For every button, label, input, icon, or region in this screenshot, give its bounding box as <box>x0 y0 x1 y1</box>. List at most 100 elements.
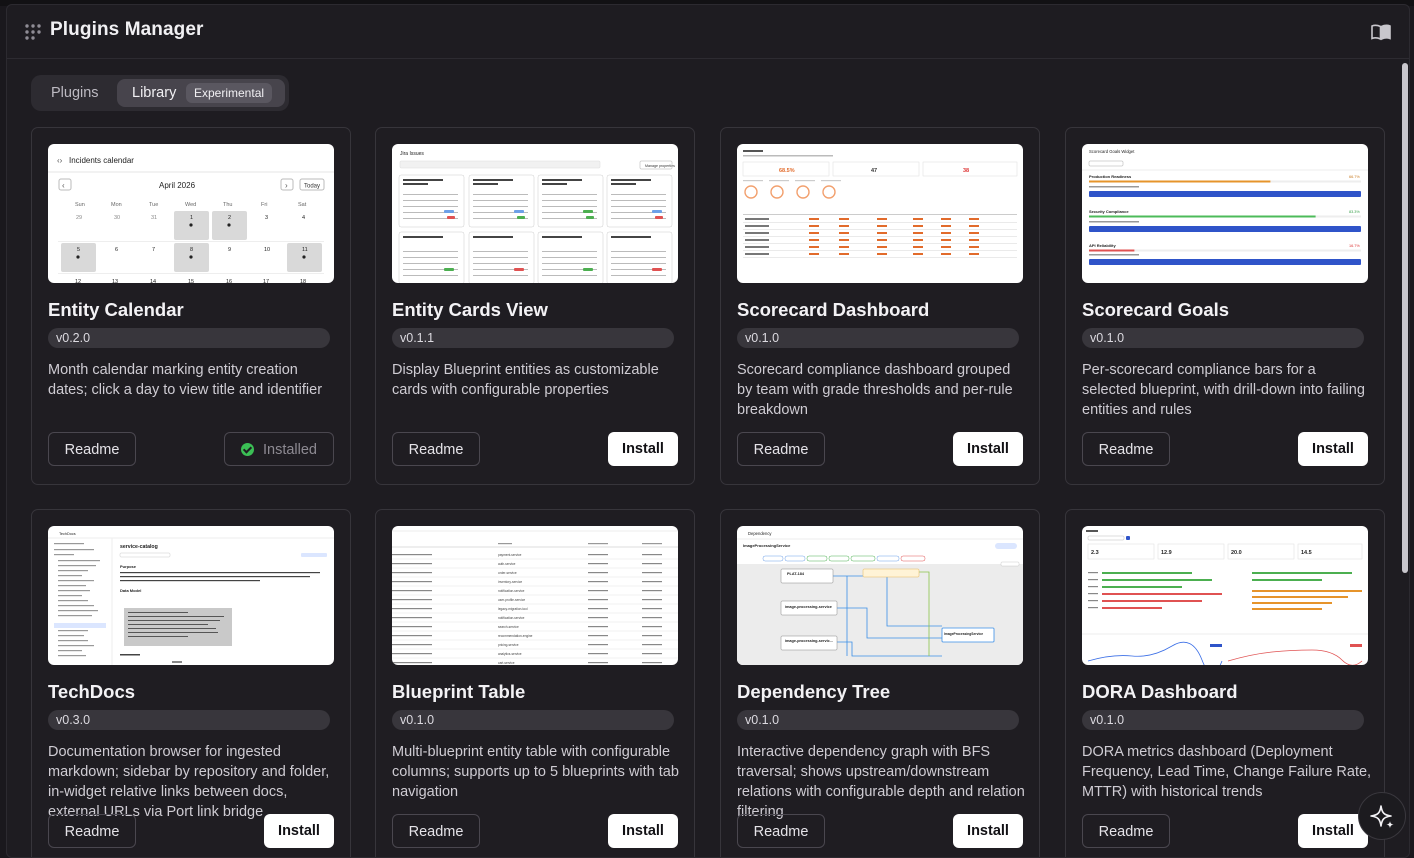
preview-goal-label: API Reliability <box>1089 243 1116 248</box>
readme-button[interactable]: Readme <box>1082 432 1170 466</box>
plugin-name: Entity Cards View <box>392 299 548 320</box>
header: Plugins Manager <box>7 5 1409 59</box>
plugin-description: DORA metrics dashboard (Deployment Frequ… <box>1082 744 1372 800</box>
tab-plugins[interactable]: Plugins <box>43 79 107 107</box>
preview-table-cell: auth-service <box>498 562 516 566</box>
preview-day: 17 <box>263 279 269 283</box>
preview-stat: 20.0 <box>1231 550 1242 556</box>
preview-today-button: Today <box>304 184 320 190</box>
preview-table-cell: order-service <box>498 571 517 575</box>
plugin-name: Entity Calendar <box>48 299 184 320</box>
tab-library-label: Library <box>132 85 177 101</box>
preview-day: 3 <box>265 215 268 221</box>
preview-day: 7 <box>152 247 155 253</box>
plugin-card-entity-calendar: ‹› Incidents calendar ‹ April 2026 › Tod… <box>31 127 351 485</box>
version-badge: v0.1.0 <box>1082 328 1364 348</box>
preview-day: 31 <box>151 215 157 221</box>
version-badge: v0.1.0 <box>737 710 1019 730</box>
plugin-preview-entity-cards-view: Jira Issues Manage properties <box>392 144 678 283</box>
plugin-description: Interactive dependency graph with BFS tr… <box>737 744 1025 820</box>
preview-doc-title: service-catalog <box>120 544 158 550</box>
preview-table-cell: legacy-migration-tool <box>498 607 528 611</box>
plugin-name: Dependency Tree <box>737 681 891 702</box>
preview-day: 12 <box>75 279 81 283</box>
ai-assistant-button[interactable] <box>1358 792 1406 840</box>
tab-library[interactable]: Library Experimental <box>117 79 285 107</box>
plugin-card-dora-dashboard: 2.3 12.9 20.0 14.5 DORA Dashboard v0.1.0… <box>1065 509 1385 857</box>
install-button[interactable]: Install <box>608 432 678 466</box>
page-title: Plugins Manager <box>50 19 204 40</box>
readme-button[interactable]: Readme <box>392 814 480 848</box>
preview-doc-section: Purpose <box>120 564 137 569</box>
preview-day: 5 <box>77 247 80 253</box>
view-tabs: Plugins Library Experimental <box>31 75 289 111</box>
readme-button[interactable]: Readme <box>737 814 825 848</box>
install-button[interactable]: Install <box>953 814 1023 848</box>
svg-text:›: › <box>285 181 288 190</box>
preview-day: 10 <box>264 247 270 253</box>
plugin-preview-blueprint-table: payment-service auth-service order-servi… <box>392 526 678 665</box>
svg-text:‹›: ‹› <box>57 156 63 165</box>
plugin-preview-scorecard-goals: Scorecard Goals Widget Production Readin… <box>1082 144 1368 283</box>
preview-stat: 68.5% <box>779 168 795 174</box>
preview-calendar-title: Incidents calendar <box>69 156 134 165</box>
installed-status: Installed <box>224 432 334 466</box>
preview-table-cell: user-profile-service <box>498 598 525 602</box>
preview-node-label: PLAT-184 <box>787 572 805 576</box>
readme-button[interactable]: Readme <box>737 432 825 466</box>
experimental-badge: Experimental <box>186 83 273 103</box>
preview-weekday: Mon <box>111 202 122 208</box>
preview-stat: 47 <box>871 168 877 174</box>
preview-dependency-root: ImageProcessingService <box>743 543 791 548</box>
preview-doc-section: Data Model <box>120 588 141 593</box>
preview-day: 13 <box>112 279 118 283</box>
plugin-description: Scorecard compliance dashboard grouped b… <box>737 362 1013 418</box>
preview-table-cell: cart-service <box>498 661 515 665</box>
plugin-card-entity-cards-view: Jira Issues Manage properties Entity Car… <box>375 127 695 485</box>
book-open-icon[interactable] <box>1370 21 1392 43</box>
check-circle-icon <box>240 443 254 456</box>
preview-weekday: Sat <box>298 202 307 208</box>
plugin-preview-dependency-tree: Dependency ImageProcessingService PLAT-1… <box>737 526 1023 665</box>
version-badge: v0.1.1 <box>392 328 674 348</box>
preview-day: 6 <box>115 247 118 253</box>
install-button[interactable]: Install <box>264 814 334 848</box>
sparkles-icon <box>1370 805 1394 829</box>
readme-button[interactable]: Readme <box>392 432 480 466</box>
plugin-card-blueprint-table: payment-service auth-service order-servi… <box>375 509 695 857</box>
preview-day: 4 <box>302 215 305 221</box>
plugin-name: DORA Dashboard <box>1082 681 1238 702</box>
preview-day: 9 <box>228 247 231 253</box>
installed-label: Installed <box>262 442 317 458</box>
goal-progress-bar <box>1089 215 1316 218</box>
readme-button[interactable]: Readme <box>48 814 136 848</box>
preview-day: 18 <box>300 279 306 283</box>
preview-goal-pct: 16.7% <box>1349 244 1360 248</box>
scrollbar-thumb[interactable] <box>1402 63 1408 573</box>
preview-day: 14 <box>150 279 156 283</box>
install-button[interactable]: Install <box>953 432 1023 466</box>
plugin-name: Scorecard Dashboard <box>737 299 930 320</box>
plugin-name: TechDocs <box>48 681 136 702</box>
preview-node-label: image-processing-servic... <box>785 639 833 643</box>
preview-day: 11 <box>302 247 308 253</box>
preview-table-cell: inventory-service <box>498 580 522 584</box>
install-button[interactable]: Install <box>608 814 678 848</box>
preview-weekday: Tue <box>149 202 158 208</box>
preview-node-label: ImageProcessingService <box>944 632 983 636</box>
install-button[interactable]: Install <box>1298 432 1368 466</box>
svg-text:‹: ‹ <box>62 181 65 190</box>
plugin-card-techdocs: TechDocs service-catalog Purpose Data Mo… <box>31 509 351 857</box>
preview-day: 15 <box>188 279 194 283</box>
plugin-preview-scorecard-dashboard: 68.5% 47 38 <box>737 144 1023 283</box>
preview-table-cell: search-service <box>498 625 519 629</box>
preview-table-cell: payment-service <box>498 553 522 557</box>
readme-button[interactable]: Readme <box>1082 814 1170 848</box>
plugin-description: Month calendar marking entity creation d… <box>48 362 323 398</box>
preview-stat: 38 <box>963 168 969 174</box>
plugin-preview-entity-calendar: ‹› Incidents calendar ‹ April 2026 › Tod… <box>48 144 334 283</box>
plugins-manager-panel: Plugins Manager Plugins Library Experime… <box>6 4 1410 858</box>
preview-calendar-month: April 2026 <box>159 181 196 190</box>
version-badge: v0.1.0 <box>392 710 674 730</box>
readme-button[interactable]: Readme <box>48 432 136 466</box>
